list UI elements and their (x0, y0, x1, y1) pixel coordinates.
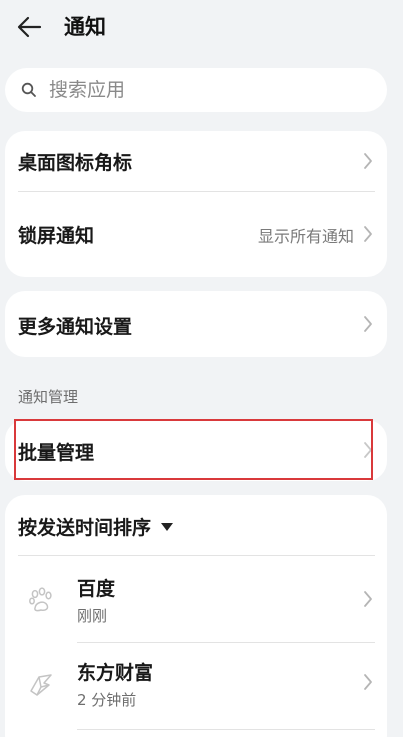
chevron-right-icon (364, 316, 372, 332)
app-time: 刚刚 (77, 607, 108, 625)
notification-settings-page: 通知 桌面图标角标 锁屏通知 显示所有通知 更多通知设置 (0, 0, 403, 737)
more-notification-settings-label: 更多通知设置 (18, 316, 133, 338)
batch-management-label: 批量管理 (18, 442, 95, 464)
arrow-left-icon (17, 16, 42, 38)
desktop-badge-label: 桌面图标角标 (18, 152, 133, 174)
app-time: 2 分钟前 (77, 691, 137, 709)
app-row[interactable]: 百度 刚刚 (5, 556, 387, 642)
back-button[interactable] (14, 12, 48, 42)
sort-label: 按发送时间排序 (18, 517, 152, 539)
more-notification-settings-row[interactable]: 更多通知设置 (5, 291, 387, 357)
batch-management-row[interactable]: 批量管理 (5, 420, 387, 481)
app-list-card: 按发送时间排序 百度 刚刚 东方财富 2 分钟前 (5, 495, 387, 737)
sort-dropdown[interactable]: 按发送时间排序 (18, 513, 174, 540)
app-row[interactable]: 东方财富 2 分钟前 (5, 643, 387, 729)
more-settings-card: 更多通知设置 (5, 291, 387, 357)
search-icon (21, 82, 36, 97)
divider (77, 729, 375, 730)
page-title: 通知 (64, 15, 106, 39)
badge-lockscreen-card: 桌面图标角标 锁屏通知 显示所有通知 (5, 131, 387, 277)
chevron-right-icon (364, 674, 372, 690)
chevron-right-icon (364, 591, 372, 607)
chevron-right-icon (364, 442, 372, 458)
search-input[interactable] (49, 68, 369, 112)
batch-management-card: 批量管理 (5, 420, 387, 481)
search-bar[interactable] (5, 68, 387, 112)
caret-down-icon (161, 522, 174, 531)
desktop-badge-row[interactable]: 桌面图标角标 (5, 131, 387, 191)
lockscreen-notification-value: 显示所有通知 (257, 227, 354, 246)
section-title-notification-management: 通知管理 (18, 388, 79, 406)
header-bar: 通知 (0, 0, 403, 56)
baidu-paw-icon (29, 587, 52, 612)
app-name: 百度 (77, 578, 116, 600)
lockscreen-notification-row[interactable]: 锁屏通知 显示所有通知 (5, 192, 387, 277)
lockscreen-notification-label: 锁屏通知 (18, 225, 95, 247)
app-name: 东方财富 (77, 662, 154, 684)
eastmoney-icon (30, 674, 52, 696)
chevron-right-icon (364, 153, 372, 169)
chevron-right-icon (364, 226, 372, 242)
